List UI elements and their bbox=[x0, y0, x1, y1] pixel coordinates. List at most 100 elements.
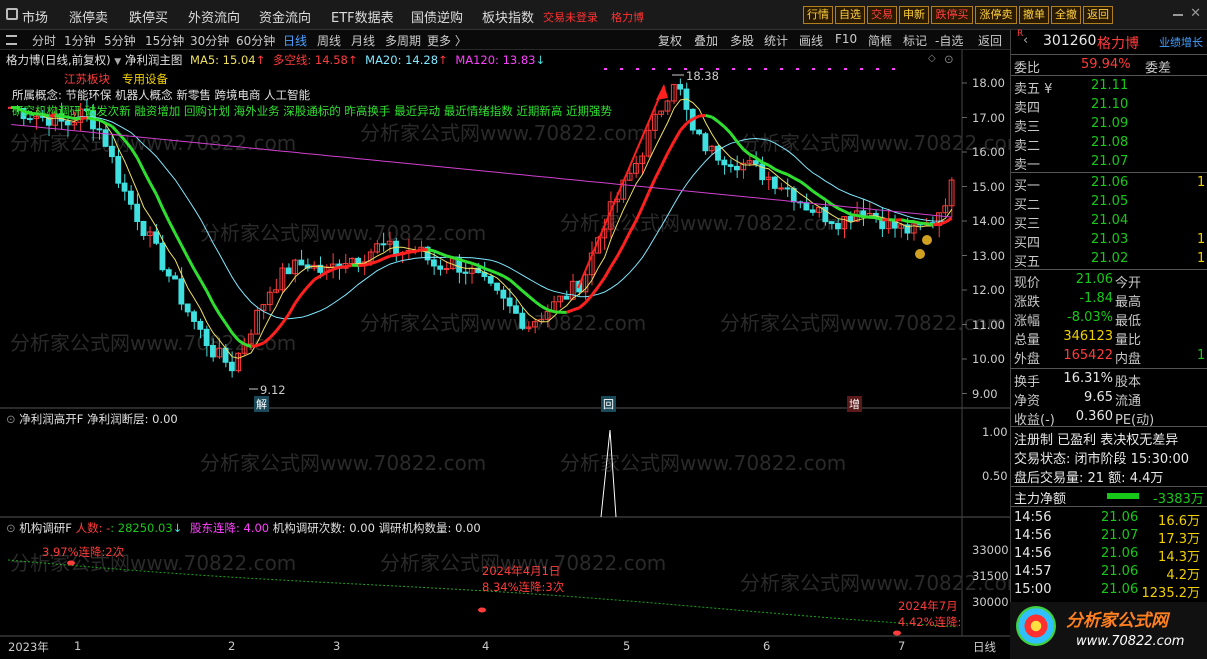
menu-etf-data[interactable]: ETF数据表 bbox=[331, 7, 394, 26]
toolbar-menu-icon[interactable] bbox=[6, 35, 17, 45]
buy-level-row[interactable]: 买三 21.04 bbox=[1011, 212, 1207, 232]
sell-level-row[interactable]: 卖四 21.10 bbox=[1011, 96, 1207, 116]
multi-stock-button[interactable]: 多股 bbox=[730, 32, 754, 49]
period-more[interactable]: 更多 〉 bbox=[427, 32, 467, 49]
period-30min[interactable]: 30分钟 bbox=[190, 32, 229, 49]
minimize-icon[interactable] bbox=[1173, 14, 1183, 16]
multi-line-value: 多空线: 14.58 bbox=[272, 53, 348, 67]
menu-foreign-flow[interactable]: 外资流向 bbox=[188, 7, 240, 26]
quick-down-buy-button[interactable]: 跌停买 bbox=[931, 6, 973, 24]
period-1min[interactable]: 1分钟 bbox=[64, 32, 96, 49]
multi-line-segment bbox=[414, 248, 422, 253]
quick-back-button[interactable]: 返回 bbox=[1083, 6, 1113, 24]
stock-code: 301260 bbox=[1043, 33, 1097, 49]
quick-ipo-button[interactable]: 申新 bbox=[899, 6, 929, 24]
tick-row[interactable]: 14:57 21.06 4.2万 bbox=[1011, 563, 1207, 583]
menu-market[interactable]: 市场 bbox=[22, 7, 48, 26]
chart-area[interactable]: 分析家公式网www.70822.com 分析家公式网www.70822.com 分析… bbox=[0, 50, 1010, 659]
tick-row[interactable]: 14:56 21.06 14.3万 bbox=[1011, 545, 1207, 565]
sell-level-row[interactable]: 卖一 21.07 bbox=[1011, 153, 1207, 173]
period-weekly[interactable]: 周线 bbox=[317, 32, 341, 49]
buy-level-row[interactable]: 买二 21.05 bbox=[1011, 193, 1207, 213]
statistics-button[interactable]: 统计 bbox=[764, 32, 788, 49]
time-axis-period[interactable]: 日线 bbox=[973, 639, 996, 655]
restore-rights-button[interactable]: 复权 bbox=[658, 32, 682, 49]
multi-line-segment bbox=[326, 267, 334, 274]
quick-trade-button[interactable]: 交易 bbox=[867, 6, 897, 24]
multi-line-segment bbox=[920, 221, 927, 226]
multi-line-segment bbox=[780, 170, 789, 176]
dropdown-icon[interactable]: ▼ bbox=[114, 57, 121, 67]
f10-button[interactable]: F10 bbox=[835, 32, 857, 46]
settings-icon[interactable]: ⊙ bbox=[944, 52, 954, 66]
stat-label: 外盘 bbox=[1014, 352, 1041, 367]
multi-line-segment bbox=[218, 313, 228, 325]
menu-bond-repo[interactable]: 国债逆购 bbox=[411, 7, 463, 26]
overlay-button[interactable]: 叠加 bbox=[694, 32, 718, 49]
quick-up-sell-button[interactable]: 涨停卖 bbox=[975, 6, 1017, 24]
quick-watchlist-button[interactable]: 自选 bbox=[835, 6, 865, 24]
multi-line-segment bbox=[186, 256, 196, 271]
quick-cancel-button[interactable]: 撤单 bbox=[1019, 6, 1049, 24]
quick-cancel-all-button[interactable]: 全撤 bbox=[1051, 6, 1081, 24]
sub2-axis-31500: 31500 bbox=[972, 569, 1009, 583]
simple-frame-button[interactable]: 简框 bbox=[868, 32, 892, 49]
diamond-icon[interactable]: ◇ bbox=[928, 53, 936, 64]
menu-capital-flow[interactable]: 资金流向 bbox=[259, 7, 311, 26]
toolbar-back-button[interactable]: 返回 bbox=[978, 32, 1002, 49]
sector-tag[interactable]: 江苏板块 bbox=[64, 71, 110, 87]
period-60min[interactable]: 60分钟 bbox=[236, 32, 275, 49]
sell-level-row[interactable]: 卖二 21.08 bbox=[1011, 134, 1207, 154]
close-icon[interactable]: ✕ bbox=[1190, 6, 1201, 21]
multi-line-segment bbox=[938, 220, 947, 226]
price-axis-label: 15.00 bbox=[972, 179, 1005, 194]
signal-dot bbox=[620, 68, 623, 70]
menu-limit-down-buy[interactable]: 跌停买 bbox=[129, 7, 168, 26]
sub2-settings-icon[interactable]: ⊙ bbox=[6, 521, 16, 535]
sub1-indicator-name[interactable]: 净利润高开F bbox=[19, 412, 83, 426]
quick-quote-button[interactable]: 行情 bbox=[803, 6, 833, 24]
sub2-people-value: : 28250.03 bbox=[110, 521, 173, 535]
tick-row[interactable]: 14:56 21.06 16.6万 bbox=[1011, 509, 1207, 529]
period-tick[interactable]: 分时 bbox=[32, 32, 56, 49]
tick-row[interactable]: 14:56 21.07 17.3万 bbox=[1011, 527, 1207, 547]
event-marker-buyback[interactable]: 回 bbox=[601, 396, 616, 412]
multi-line-segment bbox=[490, 269, 498, 275]
buy-level-row[interactable]: 买五 21.02 1 bbox=[1011, 250, 1207, 270]
buy-level-row[interactable]: 买四 21.03 1 bbox=[1011, 231, 1207, 251]
kline-candle bbox=[487, 276, 494, 284]
main-indicator-name[interactable]: 净利润主图 bbox=[125, 53, 183, 67]
equipment-tag[interactable]: 专用设备 bbox=[122, 71, 168, 87]
period-daily[interactable]: 日线 bbox=[283, 32, 307, 49]
sell-level-row[interactable]: 卖三 21.09 bbox=[1011, 115, 1207, 135]
logo-url: www.70822.com bbox=[1076, 634, 1185, 649]
buy-level-row[interactable]: 买一 21.06 1 bbox=[1011, 174, 1207, 194]
sub2-indicator-name[interactable]: 机构调研F bbox=[19, 521, 72, 535]
sell-level-label: 卖一 bbox=[1014, 158, 1041, 173]
sub1-settings-icon[interactable]: ⊙ bbox=[6, 412, 16, 426]
stat-label-2: 今开 bbox=[1115, 276, 1142, 291]
chevron-left-icon[interactable]: ‹ bbox=[1023, 33, 1028, 48]
kline-candle bbox=[96, 128, 103, 131]
draw-line-button[interactable]: 画线 bbox=[799, 32, 823, 49]
mark-button[interactable]: 标记 bbox=[903, 32, 927, 49]
remove-watchlist-button[interactable]: -自选 bbox=[935, 32, 963, 49]
period-5min[interactable]: 5分钟 bbox=[104, 32, 136, 49]
period-15min[interactable]: 15分钟 bbox=[145, 32, 184, 49]
tick-row[interactable]: 15:00 21.06 1235.2万 bbox=[1011, 581, 1207, 601]
menu-icon[interactable] bbox=[6, 8, 18, 20]
tick-time: 14:56 bbox=[1014, 510, 1052, 525]
event-marker-unlock[interactable]: 解 bbox=[254, 396, 269, 412]
menu-sector-index[interactable]: 板块指数 bbox=[482, 7, 534, 26]
sub2-people: 人数: - bbox=[75, 521, 111, 535]
event-marker-increase[interactable]: 增 bbox=[847, 396, 862, 412]
kline-candle bbox=[734, 165, 740, 171]
stock-extra-tag[interactable]: 业绩增长 bbox=[1159, 34, 1203, 50]
sell-level-row[interactable]: 卖五 ¥ 21.11 bbox=[1011, 77, 1207, 97]
stat-row: 外盘 165422 内盘 1 bbox=[1011, 347, 1207, 367]
trade-not-logged-in[interactable]: 交易未登录 bbox=[543, 9, 598, 25]
menu-limit-up-sell[interactable]: 涨停卖 bbox=[69, 7, 108, 26]
buy-level-label: 买四 bbox=[1014, 236, 1041, 251]
period-monthly[interactable]: 月线 bbox=[351, 32, 375, 49]
period-multi[interactable]: 多周期 bbox=[385, 32, 421, 49]
